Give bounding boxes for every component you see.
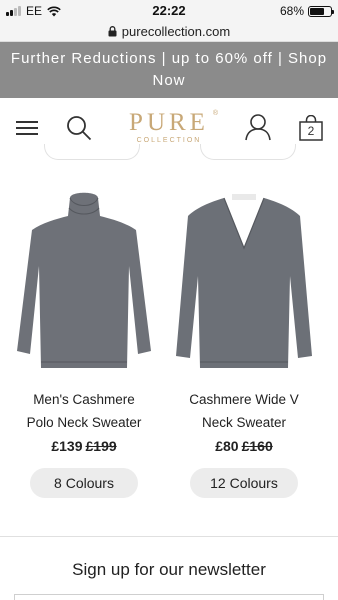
bag-count: 2	[307, 124, 315, 138]
colours-button[interactable]: 12 Colours	[190, 468, 298, 498]
product-name[interactable]: Men's Cashmere Polo Neck Sweater	[8, 388, 160, 434]
search-icon[interactable]	[66, 115, 92, 141]
previous-colours-button[interactable]	[200, 144, 296, 160]
newsletter-email-field[interactable]	[14, 594, 324, 600]
menu-icon[interactable]	[16, 121, 38, 135]
product-name-line: Polo Neck Sweater	[26, 415, 142, 430]
colours-button[interactable]: 8 Colours	[30, 468, 138, 498]
logo-subtitle: COLLECTION	[136, 137, 202, 144]
previous-colours-button[interactable]	[44, 144, 140, 160]
url-bar[interactable]: purecollection.com	[0, 22, 338, 42]
battery-percent: 68%	[279, 4, 304, 18]
product-price: £80 £160	[168, 438, 320, 458]
sweater-body	[17, 192, 151, 368]
status-right: 68%	[279, 4, 334, 18]
product-name-line: Cashmere Wide V	[189, 392, 299, 407]
sale-price: £80	[215, 438, 239, 454]
status-bar: EE 22:22 68%	[0, 0, 338, 22]
battery-icon	[308, 5, 334, 17]
bag-button[interactable]: 2	[298, 115, 324, 141]
product-name-line: Neck Sweater	[201, 415, 287, 430]
lock-icon	[108, 26, 117, 37]
sweater-body	[176, 198, 312, 368]
product-card: Men's Cashmere Polo Neck Sweater £139 £19…	[8, 186, 160, 498]
battery-level-fill	[310, 7, 324, 15]
promo-banner[interactable]: Further Reductions | up to 60% off | Sho…	[0, 42, 338, 98]
section-divider	[0, 536, 338, 537]
product-name[interactable]: Cashmere Wide V Neck Sweater	[168, 388, 320, 434]
product-card: Cashmere Wide V Neck Sweater £80 £160 12 …	[168, 186, 320, 498]
product-image-wide-v-neck-sweater[interactable]	[174, 186, 314, 376]
sale-price: £139	[51, 438, 83, 454]
url-text: purecollection.com	[121, 24, 231, 39]
account-icon[interactable]	[245, 113, 271, 141]
product-price: £139 £199	[8, 438, 160, 458]
logo-wordmark: PURE	[129, 109, 209, 136]
promo-text[interactable]: Further Reductions | up to 60% off | Sho…	[10, 48, 328, 92]
original-price: £160	[241, 438, 273, 454]
original-price: £199	[85, 438, 117, 454]
logo-registered-mark: ®	[212, 110, 218, 117]
product-name-line: Men's Cashmere	[33, 392, 135, 407]
product-image-polo-neck-sweater[interactable]	[14, 186, 154, 376]
newsletter-heading: Sign up for our newsletter	[72, 560, 266, 579]
